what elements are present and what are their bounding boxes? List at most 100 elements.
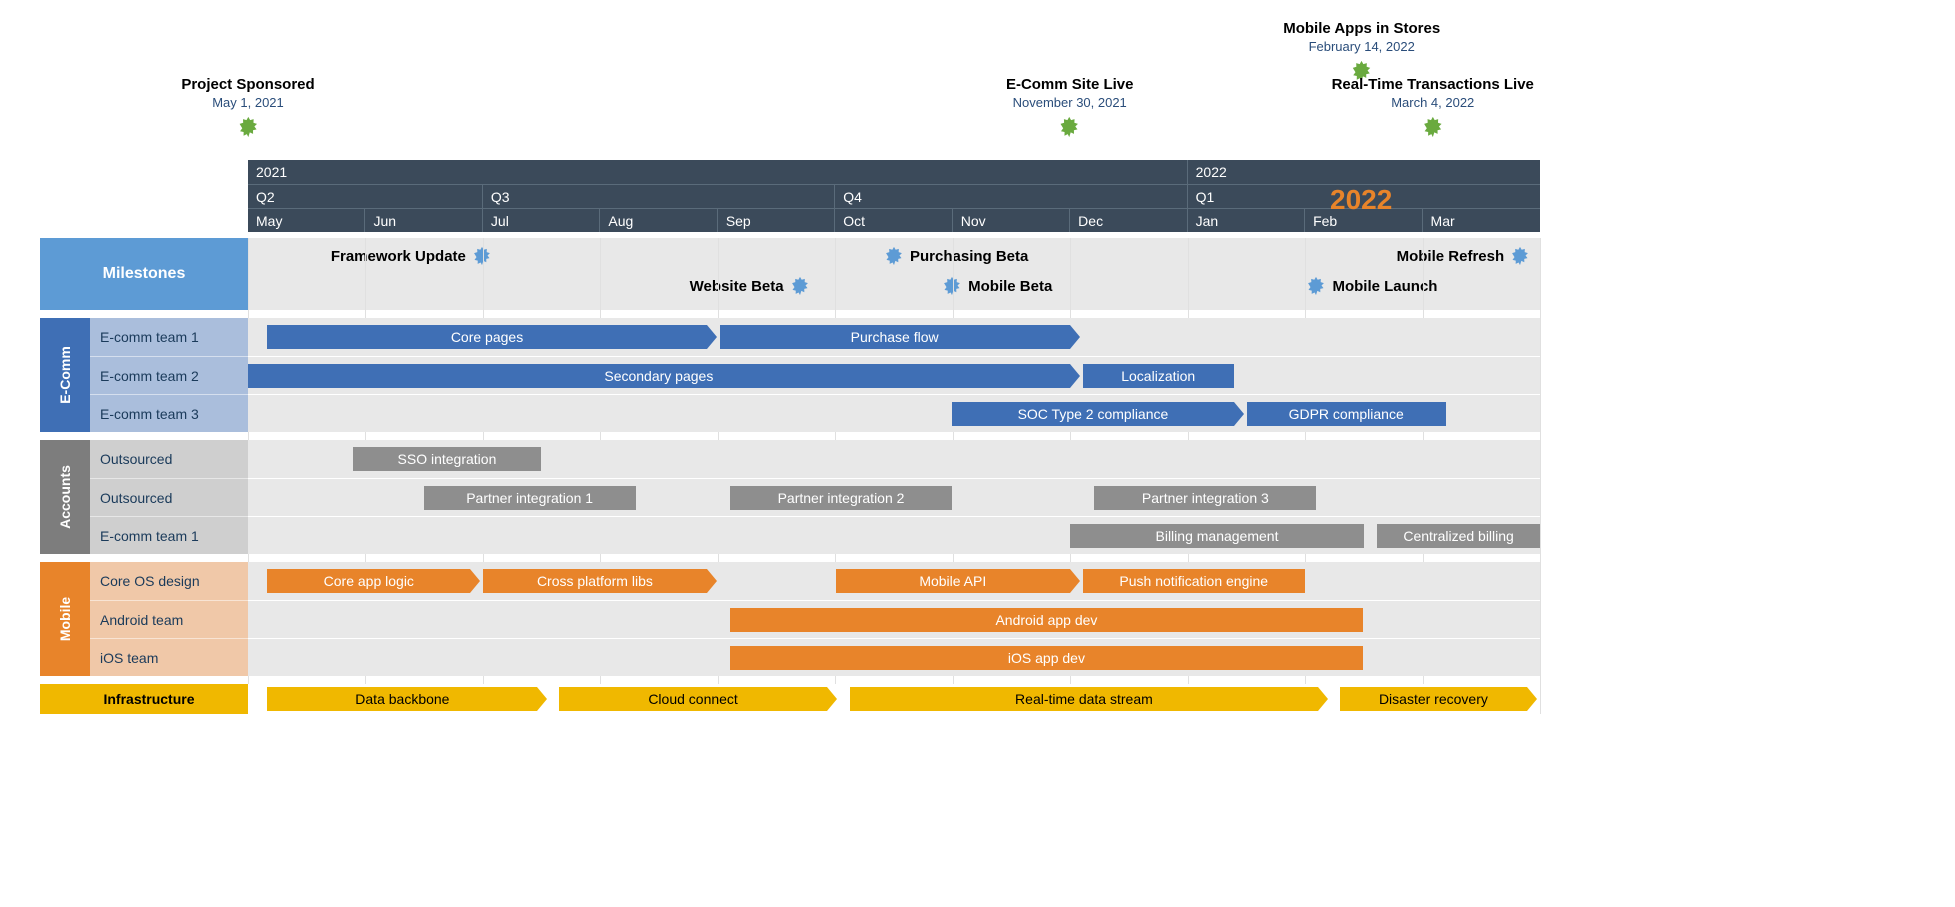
milestone-title: E-Comm Site Live: [1006, 76, 1134, 93]
header-milestone: Real-Time Transactions Live March 4, 202…: [1332, 76, 1534, 143]
year-highlight: 2022: [1330, 184, 1392, 216]
gantt-bar: Centralized billing: [1377, 524, 1540, 548]
gantt-bar: Secondary pages: [248, 364, 1070, 388]
bar-label: Centralized billing: [1403, 528, 1514, 544]
milestone-marker: Mobile Beta: [942, 276, 1052, 296]
milestone-label: Website Beta: [690, 278, 784, 295]
bar-label: SOC Type 2 compliance: [1018, 406, 1169, 422]
bar-label: Cross platform libs: [537, 573, 653, 589]
milestone-title: Project Sponsored: [181, 76, 314, 93]
bar-label: Push notification engine: [1119, 573, 1268, 589]
gantt-bar: Partner integration 2: [730, 486, 952, 510]
row-track: Data backboneCloud connectReal-time data…: [248, 684, 1540, 714]
row-label: E-comm team 1: [90, 318, 248, 356]
axis-cell: Oct: [835, 209, 952, 232]
gantt-bar: GDPR compliance: [1247, 402, 1446, 426]
gantt-chart: Project Sponsored May 1, 2021 E-Comm Sit…: [40, 20, 1540, 714]
bar-label: Billing management: [1156, 528, 1279, 544]
axis-cell: Nov: [953, 209, 1070, 232]
gantt-row: OutsourcedPartner integration 1Partner i…: [90, 478, 1540, 516]
bar-label: Mobile API: [919, 573, 986, 589]
axis-cell: Q2: [248, 185, 483, 208]
bar-label: Core pages: [451, 329, 523, 345]
bar-label: Localization: [1121, 368, 1195, 384]
row-label: Android team: [90, 600, 248, 638]
axis-cell: May: [248, 209, 365, 232]
time-axis: 20212022Q2Q3Q4Q1MayJunJulAugSepOctNovDec…: [40, 160, 1540, 232]
bar-label: Cloud connect: [648, 691, 738, 707]
gantt-bar: Push notification engine: [1083, 569, 1305, 593]
row-track: Billing management Centralized billing: [248, 516, 1540, 554]
group-tab: E-Comm: [40, 318, 90, 432]
milestone-label: Mobile Refresh: [1397, 248, 1505, 265]
gantt-bar: SOC Type 2 compliance: [952, 402, 1234, 426]
milestone-title: Mobile Apps in Stores: [1283, 20, 1440, 37]
group-mobile: MobileCore OS designCore app logicCross …: [40, 562, 1540, 676]
axis-cell: 2021: [248, 160, 1188, 184]
row-label: E-comm team 1: [90, 516, 248, 554]
bar-label: Partner integration 1: [466, 490, 593, 506]
bar-label: Disaster recovery: [1379, 691, 1488, 707]
milestone-label: Mobile Launch: [1332, 278, 1437, 295]
gantt-bar: Disaster recovery: [1340, 687, 1527, 711]
row-track: Core app logic Cross platform libs Mobile …: [248, 562, 1540, 600]
row-track: Core pages Purchase flow: [248, 318, 1540, 356]
milestone-date: February 14, 2022: [1283, 39, 1440, 54]
group-label: Infrastructure: [40, 684, 248, 714]
row-label: E-comm team 2: [90, 356, 248, 394]
bar-label: Partner integration 3: [1142, 490, 1269, 506]
milestone-date: May 1, 2021: [181, 95, 314, 110]
milestones-row: Milestones Framework Update Purchasing Be…: [40, 238, 1540, 310]
gantt-row: Android team Android app dev: [90, 600, 1540, 638]
row-label: E-comm team 3: [90, 394, 248, 432]
row-track: Secondary pages Localization: [248, 356, 1540, 394]
gantt-bar: Core pages: [267, 325, 706, 349]
row-track: iOS app dev: [248, 638, 1540, 676]
gantt-bar: Partner integration 3: [1094, 486, 1316, 510]
header-milestone: E-Comm Site Live November 30, 2021: [1006, 76, 1134, 143]
gantt-bar: Partner integration 1: [424, 486, 636, 510]
axis-cell: Jan: [1188, 209, 1305, 232]
gantt-row: OutsourcedSSO integration: [90, 440, 1540, 478]
milestone-date: March 4, 2022: [1332, 95, 1534, 110]
milestone-marker: Purchasing Beta: [884, 246, 1028, 266]
row-track: SOC Type 2 compliance GDPR compliance: [248, 394, 1540, 432]
group-accounts: AccountsOutsourcedSSO integrationOutsour…: [40, 440, 1540, 554]
star-icon: [1332, 116, 1534, 143]
group-e-comm: E-CommE-comm team 1 Core pages Purchase fl…: [40, 318, 1540, 432]
axis-cell: Mar: [1423, 209, 1540, 232]
milestone-marker: Website Beta: [690, 276, 810, 296]
gantt-row: E-comm team 1 Core pages Purchase flow: [90, 318, 1540, 356]
gantt-row: E-comm team 1 Billing management Centraliz…: [90, 516, 1540, 554]
axis-cell: Q4: [835, 185, 1187, 208]
milestone-title: Real-Time Transactions Live: [1332, 76, 1534, 93]
row-label: Core OS design: [90, 562, 248, 600]
gantt-bar: Localization: [1083, 364, 1234, 388]
bar-label: Core app logic: [324, 573, 414, 589]
bar-label: Partner integration 2: [778, 490, 905, 506]
row-track: SSO integration: [248, 440, 1540, 478]
header-milestone: Project Sponsored May 1, 2021: [181, 76, 314, 143]
group-tab: Accounts: [40, 440, 90, 554]
axis-cell: Q3: [483, 185, 835, 208]
gantt-row: E-comm team 3 SOC Type 2 compliance GDPR c…: [90, 394, 1540, 432]
milestone-label: Purchasing Beta: [910, 248, 1028, 265]
row-label: iOS team: [90, 638, 248, 676]
bar-label: Purchase flow: [851, 329, 939, 345]
group-infrastructure: Infrastructure Data backbone Cloud connec…: [40, 684, 1540, 714]
gantt-bar: Data backbone: [267, 687, 537, 711]
milestone-marker: Framework Update: [331, 246, 492, 266]
bar-label: Data backbone: [355, 691, 449, 707]
axis-cell: Jun: [365, 209, 482, 232]
gantt-bar: Android app dev: [730, 608, 1363, 632]
milestones-tab: Milestones: [40, 238, 248, 310]
gantt-bar: Billing management: [1070, 524, 1365, 548]
header-milestones: Project Sponsored May 1, 2021 E-Comm Sit…: [40, 20, 1540, 160]
bar-label: iOS app dev: [1008, 650, 1085, 666]
axis-cell: 2022: [1188, 160, 1540, 184]
gantt-bar: Core app logic: [267, 569, 470, 593]
gantt-bar: iOS app dev: [730, 646, 1363, 670]
milestone-label: Mobile Beta: [968, 278, 1052, 295]
bar-label: GDPR compliance: [1289, 406, 1404, 422]
star-icon: [1006, 116, 1134, 143]
